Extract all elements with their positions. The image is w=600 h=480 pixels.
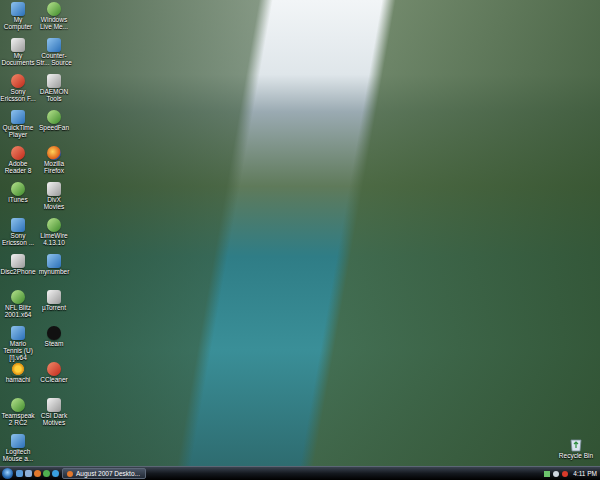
firefox-icon	[67, 471, 73, 477]
recycle-bin-icon	[568, 436, 584, 452]
icon-label: Sony Ericsson F...	[0, 89, 36, 103]
desktop-icon[interactable]: Mozilla Firefox	[36, 144, 72, 180]
icon-label: QuickTime Player	[0, 125, 36, 139]
desktop-icon[interactable]: mynumber	[36, 252, 72, 288]
desktop-icon[interactable]: Mario Tennis (U) [!].v64	[0, 324, 36, 360]
shortcut-icon	[11, 74, 25, 88]
shortcut-icon	[11, 326, 25, 340]
shortcut-icon	[11, 218, 25, 232]
network-icon[interactable]	[544, 471, 550, 477]
shortcut-icon	[47, 326, 61, 340]
start-orb-icon[interactable]	[2, 468, 13, 479]
system-tray: 4:11 PM	[544, 470, 597, 477]
desktop-icon[interactable]: Disc2Phone	[0, 252, 36, 288]
desktop-icon[interactable]: Sony Ericsson F...	[0, 72, 36, 108]
taskbar-button[interactable]: August 2007 Deskto...	[62, 468, 146, 479]
icon-label: Sony Ericsson ...	[0, 233, 36, 247]
desktop-icon[interactable]: Windows Live Me...	[36, 0, 72, 36]
icon-label: My Computer	[0, 17, 36, 31]
icon-label: Teamspeak 2 RC2	[0, 413, 36, 427]
icon-label: NFL Blitz 2001.x64	[0, 305, 36, 319]
shortcut-icon	[11, 362, 25, 376]
quick-launch	[16, 470, 59, 477]
desktop-icon[interactable]: LimeWire 4.13.10	[36, 216, 72, 252]
shortcut-icon	[47, 146, 61, 160]
icon-label: Counter-Str... Source	[36, 53, 72, 67]
icon-label: Adobe Reader 8	[0, 161, 36, 175]
desktop-icon[interactable]: Adobe Reader 8	[0, 144, 36, 180]
desktop-icon[interactable]: Steam	[36, 324, 72, 360]
shortcut-icon	[47, 362, 61, 376]
icon-label: Steam	[36, 341, 72, 348]
desktop-icon[interactable]: hamachi	[0, 360, 36, 396]
desktop-icon[interactable]: iTunes	[0, 180, 36, 216]
icon-label: µTorrent	[36, 305, 72, 312]
icon-label: CSI Dark Motives	[36, 413, 72, 427]
desktop-icon[interactable]: My Documents	[0, 36, 36, 72]
shortcut-icon	[47, 398, 61, 412]
icon-label: mynumber	[36, 269, 72, 276]
icon-label: Disc2Phone	[0, 269, 36, 276]
shortcut-icon	[47, 74, 61, 88]
volume-icon[interactable]	[553, 471, 559, 477]
desktop-icon[interactable]: Teamspeak 2 RC2	[0, 396, 36, 432]
desktop-icon[interactable]: Counter-Str... Source	[36, 36, 72, 72]
desktop-icon[interactable]: NFL Blitz 2001.x64	[0, 288, 36, 324]
icon-label: hamachi	[0, 377, 36, 384]
icon-label: CCleaner	[36, 377, 72, 384]
switch-windows-icon[interactable]	[25, 470, 32, 477]
shortcut-icon	[47, 182, 61, 196]
shortcut-icon	[47, 2, 61, 16]
desktop-icon[interactable]: My Computer	[0, 0, 36, 36]
shortcut-icon	[47, 110, 61, 124]
icon-label: iTunes	[0, 197, 36, 204]
firefox-icon[interactable]	[34, 470, 41, 477]
shortcut-icon	[11, 146, 25, 160]
icon-label: Mario Tennis (U) [!].v64	[0, 341, 36, 361]
icon-label: Recycle Bin	[556, 453, 596, 460]
taskbar: August 2007 Deskto... 4:11 PM	[0, 466, 600, 480]
desktop-icon[interactable]: CSI Dark Motives	[36, 396, 72, 432]
icon-label: Windows Live Me...	[36, 17, 72, 31]
recycle-bin[interactable]: Recycle Bin	[556, 436, 596, 460]
desktop-icon[interactable]: SpeedFan	[36, 108, 72, 144]
icon-label: Mozilla Firefox	[36, 161, 72, 175]
shortcut-icon	[11, 2, 25, 16]
shortcut-icon	[11, 290, 25, 304]
show-desktop-icon[interactable]	[16, 470, 23, 477]
desktop-icon[interactable]: Logitech Mouse a...	[0, 432, 36, 468]
security-icon[interactable]	[562, 471, 568, 477]
shortcut-icon	[11, 398, 25, 412]
shortcut-icon	[11, 434, 25, 448]
clock[interactable]: 4:11 PM	[571, 470, 597, 477]
icon-label: SpeedFan	[36, 125, 72, 132]
desktop-icon[interactable]: DivX Movies	[36, 180, 72, 216]
messenger-icon[interactable]	[43, 470, 50, 477]
shortcut-icon	[47, 38, 61, 52]
wallpaper-photo	[0, 0, 600, 466]
desktop-screen: My ComputerWindows Live Me... My Document…	[0, 0, 600, 480]
desktop: My ComputerWindows Live Me... My Document…	[0, 0, 600, 466]
desktop-icon[interactable]: DAEMON Tools	[36, 72, 72, 108]
icon-label: LimeWire 4.13.10	[36, 233, 72, 247]
shortcut-icon	[11, 38, 25, 52]
desktop-icon-grid: My ComputerWindows Live Me... My Document…	[0, 0, 72, 468]
shortcut-icon	[11, 182, 25, 196]
shortcut-icon	[47, 290, 61, 304]
icon-label: DAEMON Tools	[36, 89, 72, 103]
desktop-icon[interactable]: QuickTime Player	[0, 108, 36, 144]
desktop-icon[interactable]: Sony Ericsson ...	[0, 216, 36, 252]
media-player-icon[interactable]	[52, 470, 59, 477]
icon-label: My Documents	[0, 53, 36, 67]
shortcut-icon	[47, 254, 61, 268]
icon-label: Logitech Mouse a...	[0, 449, 36, 463]
desktop-icon[interactable]: µTorrent	[36, 288, 72, 324]
shortcut-icon	[11, 110, 25, 124]
shortcut-icon	[47, 218, 61, 232]
shortcut-icon	[11, 254, 25, 268]
desktop-icon[interactable]: CCleaner	[36, 360, 72, 396]
icon-label: DivX Movies	[36, 197, 72, 211]
